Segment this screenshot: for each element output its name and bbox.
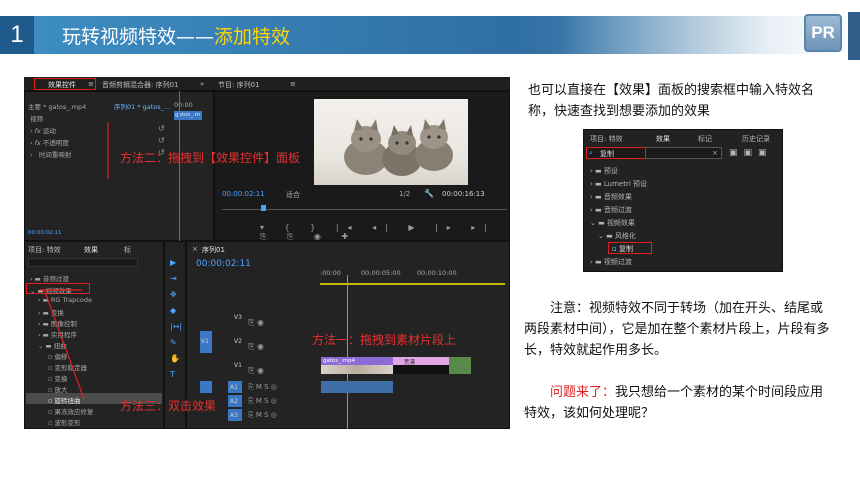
search-tree-item[interactable]: › ▬ 预设 [590,166,618,176]
page-title: 玩转视频特效——添加特效 [62,22,290,49]
effects-search-panel: 项目: 特效 效果 标记 历史记录 ⌕ 复制 × ▣▣▣ › ▬ 预设 › ▬ … [583,129,783,272]
slide: 1 玩转视频特效——添加特效 PR 效果控件 ≡ 音频剪辑混合器: 序列01 »… [0,0,860,484]
question-text: 问题来了：我只想给一个素材的某个时间段应用特效，该如何处理呢？ [524,382,834,424]
note-text: 注意：视频特效不同于转场（加在开头、结尾或两段素材中间），它是加在整个素材片段上… [524,301,830,358]
search-icon: ⌕ [589,149,593,157]
search-tab-effects[interactable]: 效果 [656,134,670,144]
search-tree-item[interactable]: › ▬ 音频效果 [590,192,632,202]
annotation-method-3: 方法三：双击效果 [120,399,217,413]
arrow-method-3 [43,288,85,400]
annotation-method-2: 方法二：拖拽到【效果控件】面板 [120,151,301,165]
filter-icons[interactable]: ▣▣▣ [729,148,773,158]
search-tree-item-result[interactable]: ▫ 复制 [612,244,633,254]
annotation-method-1: 方法一：拖拽到素材片段上 [312,333,457,347]
search-tab-project[interactable]: 项目: 特效 [590,134,623,144]
logo-side-bar [848,12,860,60]
search-tree-item[interactable]: ⌄ ▬ 风格化 [598,231,636,241]
search-highlight [586,147,646,159]
premiere-logo: PR [804,14,842,52]
intro-text: 也可以直接在【效果】面板的搜索框中输入特效名称，快速查找到想要添加的效果 [528,83,815,119]
premiere-screenshot: 效果控件 ≡ 音频剪辑混合器: 序列01 » 节目: 序列01 ≡ 主要 * g… [24,77,510,429]
question-label: 问题来了： [550,385,616,400]
search-tree-item[interactable]: › ▬ 视频过渡 [590,257,632,267]
search-value: 复制 [600,150,614,158]
search-tree-item[interactable]: › ▬ 音频过渡 [590,205,632,215]
search-tree-item[interactable]: › ▬ Lumetri 预设 [590,179,647,189]
section-number: 1 [0,16,34,54]
search-tab-markers[interactable]: 标记 [698,134,712,144]
search-tab-history[interactable]: 历史记录 [742,134,770,144]
title-main: 玩转视频特效—— [62,26,215,48]
annotation-arrows [40,122,109,400]
clear-search-icon[interactable]: × [712,149,718,157]
title-highlight: 添加特效 [214,26,291,48]
search-tree-item[interactable]: ⌄ ▬ 视频效果 [590,218,635,228]
